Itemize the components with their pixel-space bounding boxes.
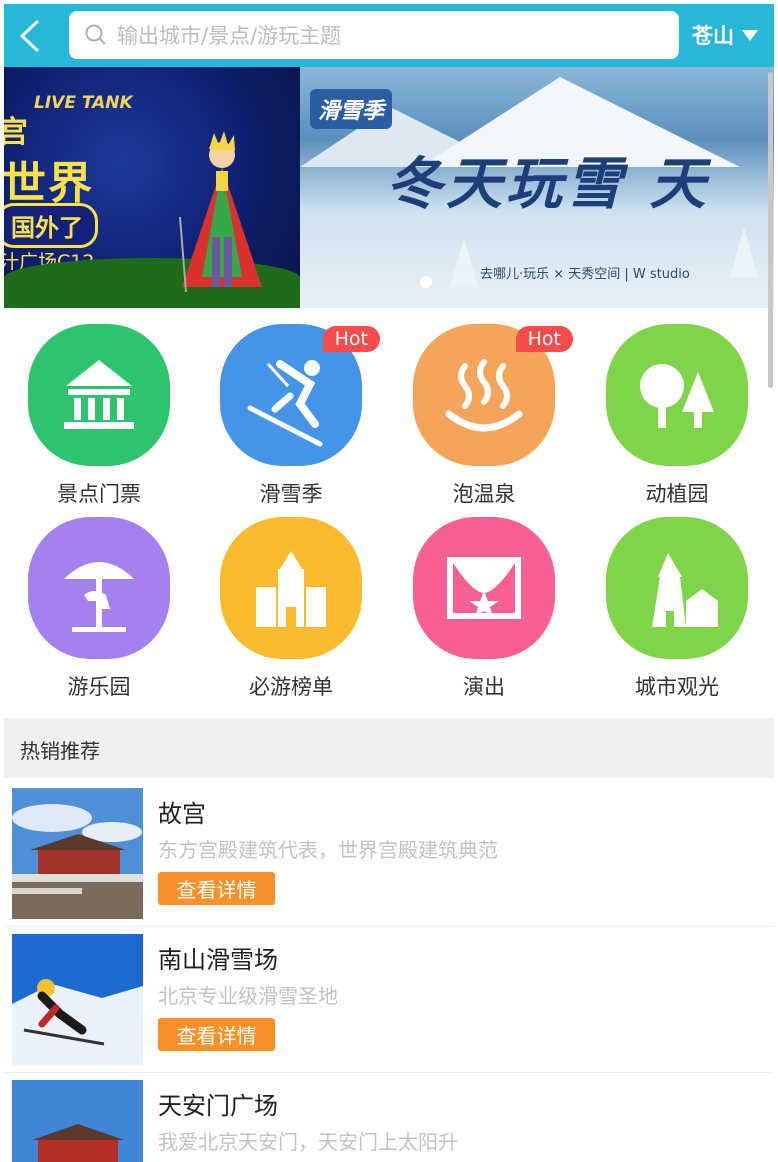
carousel-icon	[64, 562, 134, 632]
banner-brand: 滑雪季	[310, 89, 393, 129]
chevron-down-icon[interactable]	[742, 30, 758, 41]
hot-badge: Hot	[322, 326, 380, 352]
item-desc: 北京专业级滑雪圣地	[158, 984, 338, 1008]
category-label: 景点门票	[57, 482, 141, 506]
lighthouse-icon	[652, 553, 718, 627]
section-title: 热销推荐	[20, 739, 100, 763]
castle-icon	[256, 551, 326, 627]
search-box[interactable]	[69, 11, 679, 59]
category-amusement-park[interactable]: 游乐园	[4, 505, 194, 699]
tree-decoration	[450, 237, 478, 287]
banner-slide-ski[interactable]: 滑雪季 冬天玩雪 天 去哪儿·玩乐 × 天秀空间 | W studio	[300, 67, 774, 308]
search-input[interactable]	[115, 19, 659, 53]
forbidden-city-image	[12, 788, 143, 919]
banner-subtitle: 国外了	[4, 203, 98, 248]
banner-sponsors: 去哪儿·玩乐 × 天秀空间 | W studio	[480, 267, 690, 282]
search-icon	[85, 24, 106, 45]
item-title: 南山滑雪场	[158, 946, 278, 974]
hot-badge: Hot	[515, 326, 573, 352]
list-item[interactable]: 故宫 东方宫殿建筑代表，世界宫殿建筑典范 查看详情	[4, 780, 774, 927]
live-tank-logo: LIVE TANK	[34, 93, 133, 113]
category-icon-bg	[606, 324, 748, 466]
stage-icon	[447, 557, 521, 619]
scrollbar[interactable]	[768, 72, 773, 388]
category-label: 动植园	[645, 482, 709, 506]
view-details-button[interactable]: 查看详情	[158, 872, 275, 905]
top-bar: 苍山	[4, 4, 774, 67]
banner-slide-live-tank[interactable]: LIVE TANK 宫 世界 国外了 汁广场C12	[4, 67, 300, 308]
banner-title: 世界	[4, 158, 94, 209]
category-tickets[interactable]: 景点门票	[4, 312, 194, 506]
banner-headline: 冬天玩雪 天	[386, 152, 710, 217]
category-label: 演出	[463, 675, 505, 699]
little-prince-illustration	[179, 131, 262, 293]
item-desc: 东方宫殿建筑代表，世界宫殿建筑典范	[158, 838, 498, 862]
item-desc: 我爱北京天安门，天安门上太阳升	[158, 1130, 458, 1154]
category-label: 城市观光	[635, 675, 719, 699]
category-ski[interactable]: Hot 滑雪季	[196, 312, 386, 506]
city-selector[interactable]: 苍山	[692, 20, 734, 50]
trees-icon	[640, 364, 714, 428]
item-title: 故宫	[158, 800, 206, 828]
tiananmen-image	[12, 1080, 143, 1162]
category-icon-bg	[606, 517, 748, 659]
pavilion-icon	[64, 360, 134, 429]
ski-resort-image	[12, 934, 143, 1065]
item-title: 天安门广场	[158, 1092, 278, 1120]
banner-title-char: 宫	[4, 115, 28, 150]
category-shows[interactable]: 演出	[389, 505, 579, 699]
section-header-hot-recommend: 热销推荐	[4, 718, 774, 778]
category-label: 游乐园	[67, 675, 131, 699]
category-label: 必游榜单	[249, 675, 333, 699]
back-arrow-icon[interactable]	[16, 18, 46, 54]
category-icon-bg	[220, 517, 362, 659]
category-label: 滑雪季	[259, 482, 323, 506]
category-hot-spring[interactable]: Hot 泡温泉	[389, 312, 579, 506]
category-icon-bg	[28, 324, 170, 466]
tree-decoration	[730, 227, 758, 277]
carousel-dot-active[interactable]	[420, 276, 432, 288]
category-icon-bg	[413, 517, 555, 659]
category-zoo-botanical[interactable]: 动植园	[582, 312, 772, 506]
list-item[interactable]: 天安门广场 我爱北京天安门，天安门上太阳升	[4, 1072, 774, 1162]
category-city-tour[interactable]: 城市观光	[582, 505, 772, 699]
category-grid: 景点门票 Hot 滑雪季 Hot 泡温泉 动植园 游乐园 必游榜单 演出 城市观…	[4, 312, 774, 718]
view-details-button[interactable]: 查看详情	[158, 1018, 275, 1051]
category-must-visit[interactable]: 必游榜单	[196, 505, 386, 699]
category-icon-bg	[28, 517, 170, 659]
banner-carousel[interactable]: LIVE TANK 宫 世界 国外了 汁广场C12 滑雪季 冬天玩雪 天 去哪儿…	[4, 67, 774, 308]
list-item[interactable]: 南山滑雪场 北京专业级滑雪圣地 查看详情	[4, 926, 774, 1073]
category-label: 泡温泉	[452, 482, 516, 506]
app-frame: 苍山 LIVE TANK 宫 世界 国外了 汁广场C12	[4, 0, 774, 1162]
